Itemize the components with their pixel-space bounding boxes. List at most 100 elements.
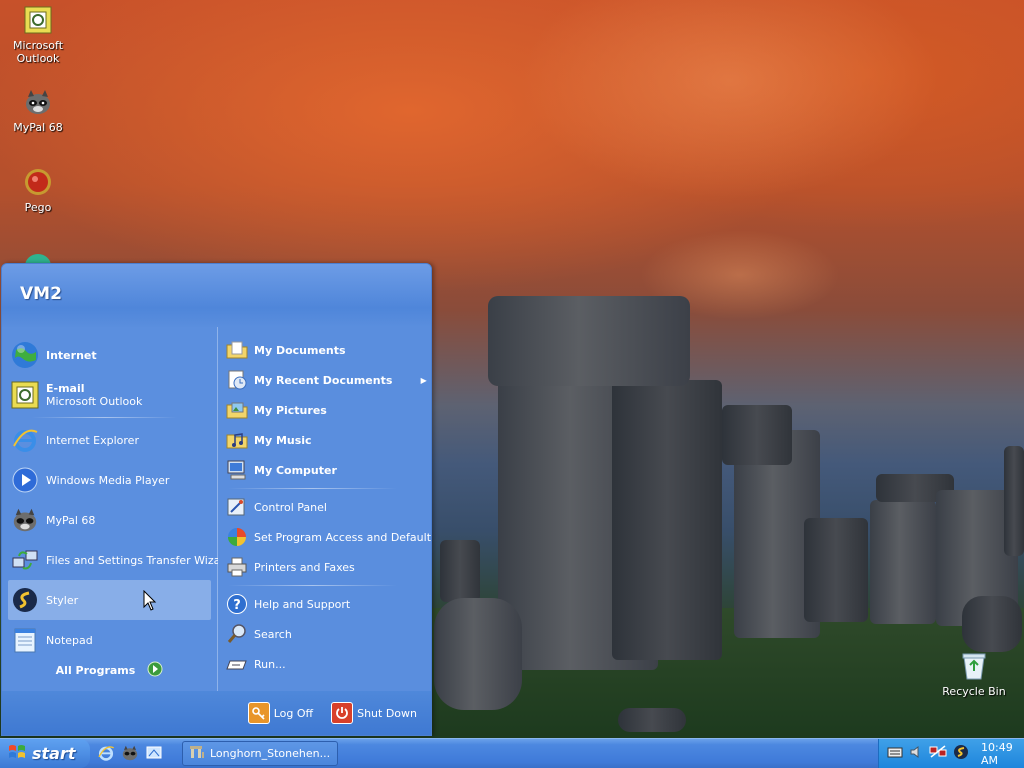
separator bbox=[228, 585, 397, 586]
recent-styler[interactable]: Styler bbox=[8, 580, 211, 620]
key-icon bbox=[247, 702, 270, 724]
recent-item-label: Files and Settings Transfer Wizard bbox=[46, 553, 232, 567]
music-folder-icon bbox=[226, 429, 248, 451]
taskbar-button-label: Longhorn_Stonehen... bbox=[210, 747, 331, 760]
tray-app-icon[interactable] bbox=[953, 744, 969, 763]
shut-down-button[interactable]: Shut Down bbox=[331, 702, 417, 724]
my-documents[interactable]: My Documents bbox=[218, 335, 431, 365]
fallen-stone bbox=[618, 708, 686, 732]
pinned-email-sublabel: Microsoft Outlook bbox=[46, 395, 143, 408]
separator bbox=[32, 417, 177, 418]
control-panel-icon bbox=[226, 496, 248, 518]
taskbar: start Longhorn_Stonehen... 10:49 AM bbox=[0, 738, 1024, 768]
right-item-label: My Pictures bbox=[254, 403, 327, 417]
standing-stone bbox=[722, 405, 792, 465]
taskbar-button-window[interactable]: Longhorn_Stonehen... bbox=[182, 741, 338, 766]
desktop-icon-mypal[interactable]: MyPal 68 bbox=[0, 86, 76, 134]
log-off-button[interactable]: Log Off bbox=[247, 702, 314, 724]
control-panel[interactable]: Control Panel bbox=[218, 492, 431, 522]
right-item-label: Printers and Faxes bbox=[254, 560, 355, 574]
help-and-support[interactable]: ? Help and Support bbox=[218, 589, 431, 619]
all-programs-button[interactable]: All Programs bbox=[2, 649, 217, 691]
log-off-label: Log Off bbox=[273, 706, 314, 720]
recent-mypal[interactable]: MyPal 68 bbox=[2, 500, 217, 540]
standing-stone bbox=[612, 380, 722, 660]
separator bbox=[228, 488, 397, 489]
recent-item-label: MyPal 68 bbox=[46, 513, 96, 527]
desktop-icon-recycle-bin[interactable]: Recycle Bin bbox=[936, 650, 1012, 698]
volume-icon[interactable] bbox=[909, 745, 923, 762]
recent-windows-media-player[interactable]: Windows Media Player bbox=[2, 460, 217, 500]
program-defaults-icon bbox=[226, 526, 248, 548]
shut-down-label: Shut Down bbox=[357, 706, 417, 720]
desktop-icon-label: MyPal 68 bbox=[13, 121, 63, 134]
raccoon-icon bbox=[22, 86, 54, 118]
start-menu-right-pane: My Documents My Recent Documents ▶ My Pi… bbox=[218, 327, 431, 691]
pinned-internet-label: Internet bbox=[46, 348, 97, 362]
cloud bbox=[520, 0, 940, 200]
desktop-icon-label: Recycle Bin bbox=[942, 685, 1006, 698]
set-program-access[interactable]: Set Program Access and Defaults bbox=[218, 522, 431, 552]
my-pictures[interactable]: My Pictures bbox=[218, 395, 431, 425]
pinned-email[interactable]: E-mail Microsoft Outlook bbox=[2, 375, 217, 415]
quick-launch bbox=[96, 742, 164, 764]
start-menu-footer: Log Off Shut Down bbox=[2, 691, 431, 735]
user-name: VM2 bbox=[20, 284, 62, 304]
clock[interactable]: 10:49 AM bbox=[981, 741, 1024, 767]
network-icon[interactable] bbox=[929, 745, 947, 762]
system-tray: 10:49 AM bbox=[878, 739, 1024, 768]
start-button[interactable]: start bbox=[0, 739, 90, 768]
printer-icon bbox=[226, 556, 248, 578]
right-item-label: Help and Support bbox=[254, 597, 351, 611]
right-item-label: My Documents bbox=[254, 343, 346, 357]
pictures-folder-icon bbox=[226, 399, 248, 421]
printers-and-faxes[interactable]: Printers and Faxes bbox=[218, 552, 431, 582]
show-desktop-icon[interactable] bbox=[144, 742, 164, 764]
right-item-label: Control Panel bbox=[254, 500, 327, 514]
green-arrow-icon bbox=[147, 661, 163, 680]
lintel-stone bbox=[488, 296, 690, 386]
pinned-email-text: E-mail Microsoft Outlook bbox=[46, 382, 142, 408]
standing-stone bbox=[804, 518, 868, 622]
recent-files-settings-transfer[interactable]: Files and Settings Transfer Wizard bbox=[2, 540, 232, 580]
submenu-arrow-icon: ▶ bbox=[420, 375, 427, 385]
media-player-icon bbox=[10, 465, 40, 495]
right-item-label: Run... bbox=[254, 657, 286, 671]
run-icon bbox=[226, 653, 248, 675]
raccoon-icon bbox=[10, 505, 40, 535]
right-item-label: My Music bbox=[254, 433, 312, 447]
pinned-email-label: E-mail bbox=[46, 382, 85, 395]
recent-item-label: Internet Explorer bbox=[46, 433, 139, 447]
desktop-icon-outlook[interactable]: Microsoft Outlook bbox=[0, 4, 76, 65]
internet-explorer-icon bbox=[10, 425, 40, 455]
desktop-icon-pego[interactable]: Pego bbox=[0, 166, 76, 214]
outlook-icon bbox=[22, 4, 54, 36]
run[interactable]: Run... bbox=[218, 649, 431, 679]
start-menu-left-pane: Internet E-mail Microsoft Outlook Intern… bbox=[2, 327, 232, 691]
my-recent-documents[interactable]: My Recent Documents ▶ bbox=[218, 365, 431, 395]
mouse-cursor-icon bbox=[143, 589, 157, 616]
pinned-internet[interactable]: Internet bbox=[2, 335, 217, 375]
stonehenge-image-icon bbox=[189, 744, 205, 763]
recent-item-label: Styler bbox=[46, 593, 79, 607]
fallen-stone bbox=[962, 596, 1022, 652]
start-menu-body: Internet E-mail Microsoft Outlook Intern… bbox=[2, 327, 431, 691]
keyboard-icon[interactable] bbox=[887, 745, 903, 762]
pego-icon bbox=[22, 166, 54, 198]
standing-stone bbox=[1004, 446, 1024, 556]
globe-icon bbox=[10, 340, 40, 370]
power-icon bbox=[331, 702, 354, 724]
search[interactable]: Search bbox=[218, 619, 431, 649]
internet-explorer-icon[interactable] bbox=[96, 742, 116, 764]
start-menu-user-header: VM2 bbox=[2, 264, 431, 327]
recent-internet-explorer[interactable]: Internet Explorer bbox=[2, 420, 217, 460]
recent-documents-icon bbox=[226, 369, 248, 391]
help-icon: ? bbox=[226, 593, 248, 615]
styler-icon bbox=[10, 585, 40, 615]
my-computer[interactable]: My Computer bbox=[218, 455, 431, 485]
desktop-icon-label: Pego bbox=[24, 201, 52, 214]
my-music[interactable]: My Music bbox=[218, 425, 431, 455]
right-item-label: My Computer bbox=[254, 463, 337, 477]
svg-text:?: ? bbox=[233, 598, 241, 613]
raccoon-icon[interactable] bbox=[120, 742, 140, 764]
